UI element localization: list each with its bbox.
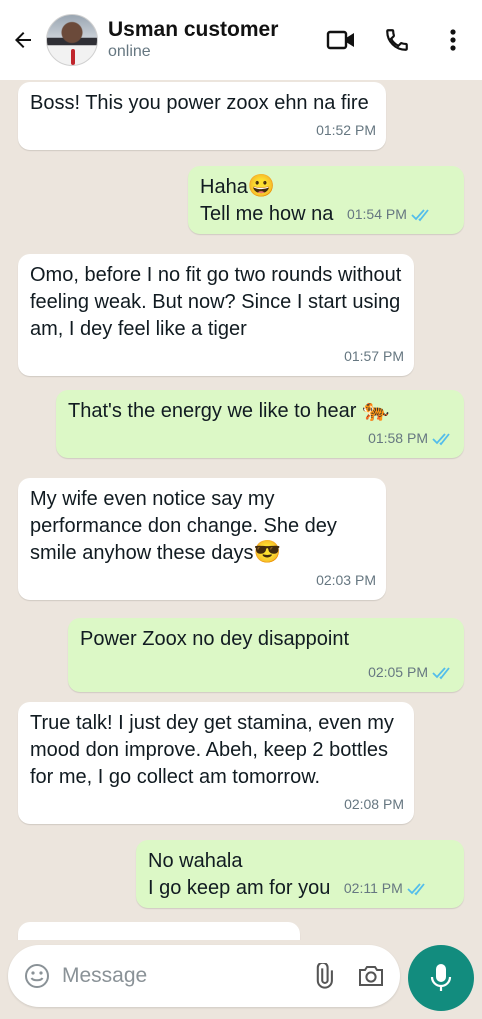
message-text: My wife even notice say my performance d… (30, 488, 337, 564)
avatar[interactable] (46, 14, 98, 66)
incoming-message[interactable]: My wife even notice say my performance d… (18, 478, 386, 600)
message-text: Haha (200, 176, 248, 198)
message-text: Boss! This you power zoox ehn na fire (30, 92, 369, 114)
message-time: 01:52 PM (316, 122, 376, 138)
outgoing-message[interactable]: Power Zoox no dey disappoint 02:05 PM (68, 618, 464, 692)
read-ticks-icon (411, 208, 429, 221)
incoming-message[interactable]: Boss! This you power zoox ehn na fire 01… (18, 82, 386, 150)
mic-icon (430, 964, 452, 991)
more-vert-icon[interactable] (438, 25, 468, 55)
mic-button[interactable] (408, 945, 474, 1011)
outgoing-message[interactable]: That's the energy we like to hear 🐅 01:5… (56, 390, 464, 458)
back-arrow-icon[interactable] (8, 25, 38, 55)
message-text: Omo, before I no fit go two rounds witho… (30, 264, 402, 340)
outgoing-message[interactable]: Haha😀 Tell me how na 01:54 PM (188, 166, 464, 234)
message-text: That's the energy we like to hear (68, 400, 357, 422)
read-ticks-icon (432, 666, 450, 679)
message-time: 02:11 PM (343, 880, 403, 896)
chat-header: Usman customer online (0, 0, 482, 80)
message-time: 01:54 PM (346, 206, 407, 222)
message-time: 02:08 PM (344, 796, 404, 812)
grinning-emoji: 😀 (247, 173, 276, 198)
message-list[interactable]: Boss! This you power zoox ehn na fire 01… (0, 80, 482, 940)
tiger-emoji: 🐅 (361, 397, 390, 422)
message-text: No wahala (148, 850, 243, 872)
message-composer[interactable]: Message (8, 945, 400, 1007)
contact-name: Usman customer (108, 18, 279, 41)
message-time: 01:57 PM (344, 348, 404, 364)
contact-info[interactable]: Usman customer online (108, 18, 326, 62)
message-text: I go keep am for you (148, 877, 331, 899)
incoming-message-partial[interactable] (18, 922, 300, 940)
attach-icon[interactable] (308, 961, 338, 991)
emoji-icon[interactable] (22, 961, 52, 991)
sunglasses-emoji: 😎 (253, 539, 281, 564)
message-time: 02:05 PM (368, 664, 428, 680)
message-text: True talk! I just dey get stamina, even … (30, 712, 394, 788)
read-ticks-icon (407, 882, 425, 895)
contact-status: online (108, 43, 151, 60)
video-call-icon[interactable] (326, 25, 356, 55)
message-time: 01:58 PM (368, 430, 428, 446)
incoming-message[interactable]: True talk! I just dey get stamina, even … (18, 702, 414, 824)
incoming-message[interactable]: Omo, before I no fit go two rounds witho… (18, 254, 414, 376)
phone-icon[interactable] (382, 25, 412, 55)
read-ticks-icon (432, 432, 450, 445)
message-input[interactable]: Message (62, 964, 308, 988)
outgoing-message[interactable]: No wahala I go keep am for you 02:11 PM (136, 840, 464, 908)
camera-icon[interactable] (356, 961, 386, 991)
message-text: Tell me how na (200, 203, 334, 225)
message-time: 02:03 PM (316, 572, 376, 588)
message-text: Power Zoox no dey disappoint (80, 628, 350, 650)
